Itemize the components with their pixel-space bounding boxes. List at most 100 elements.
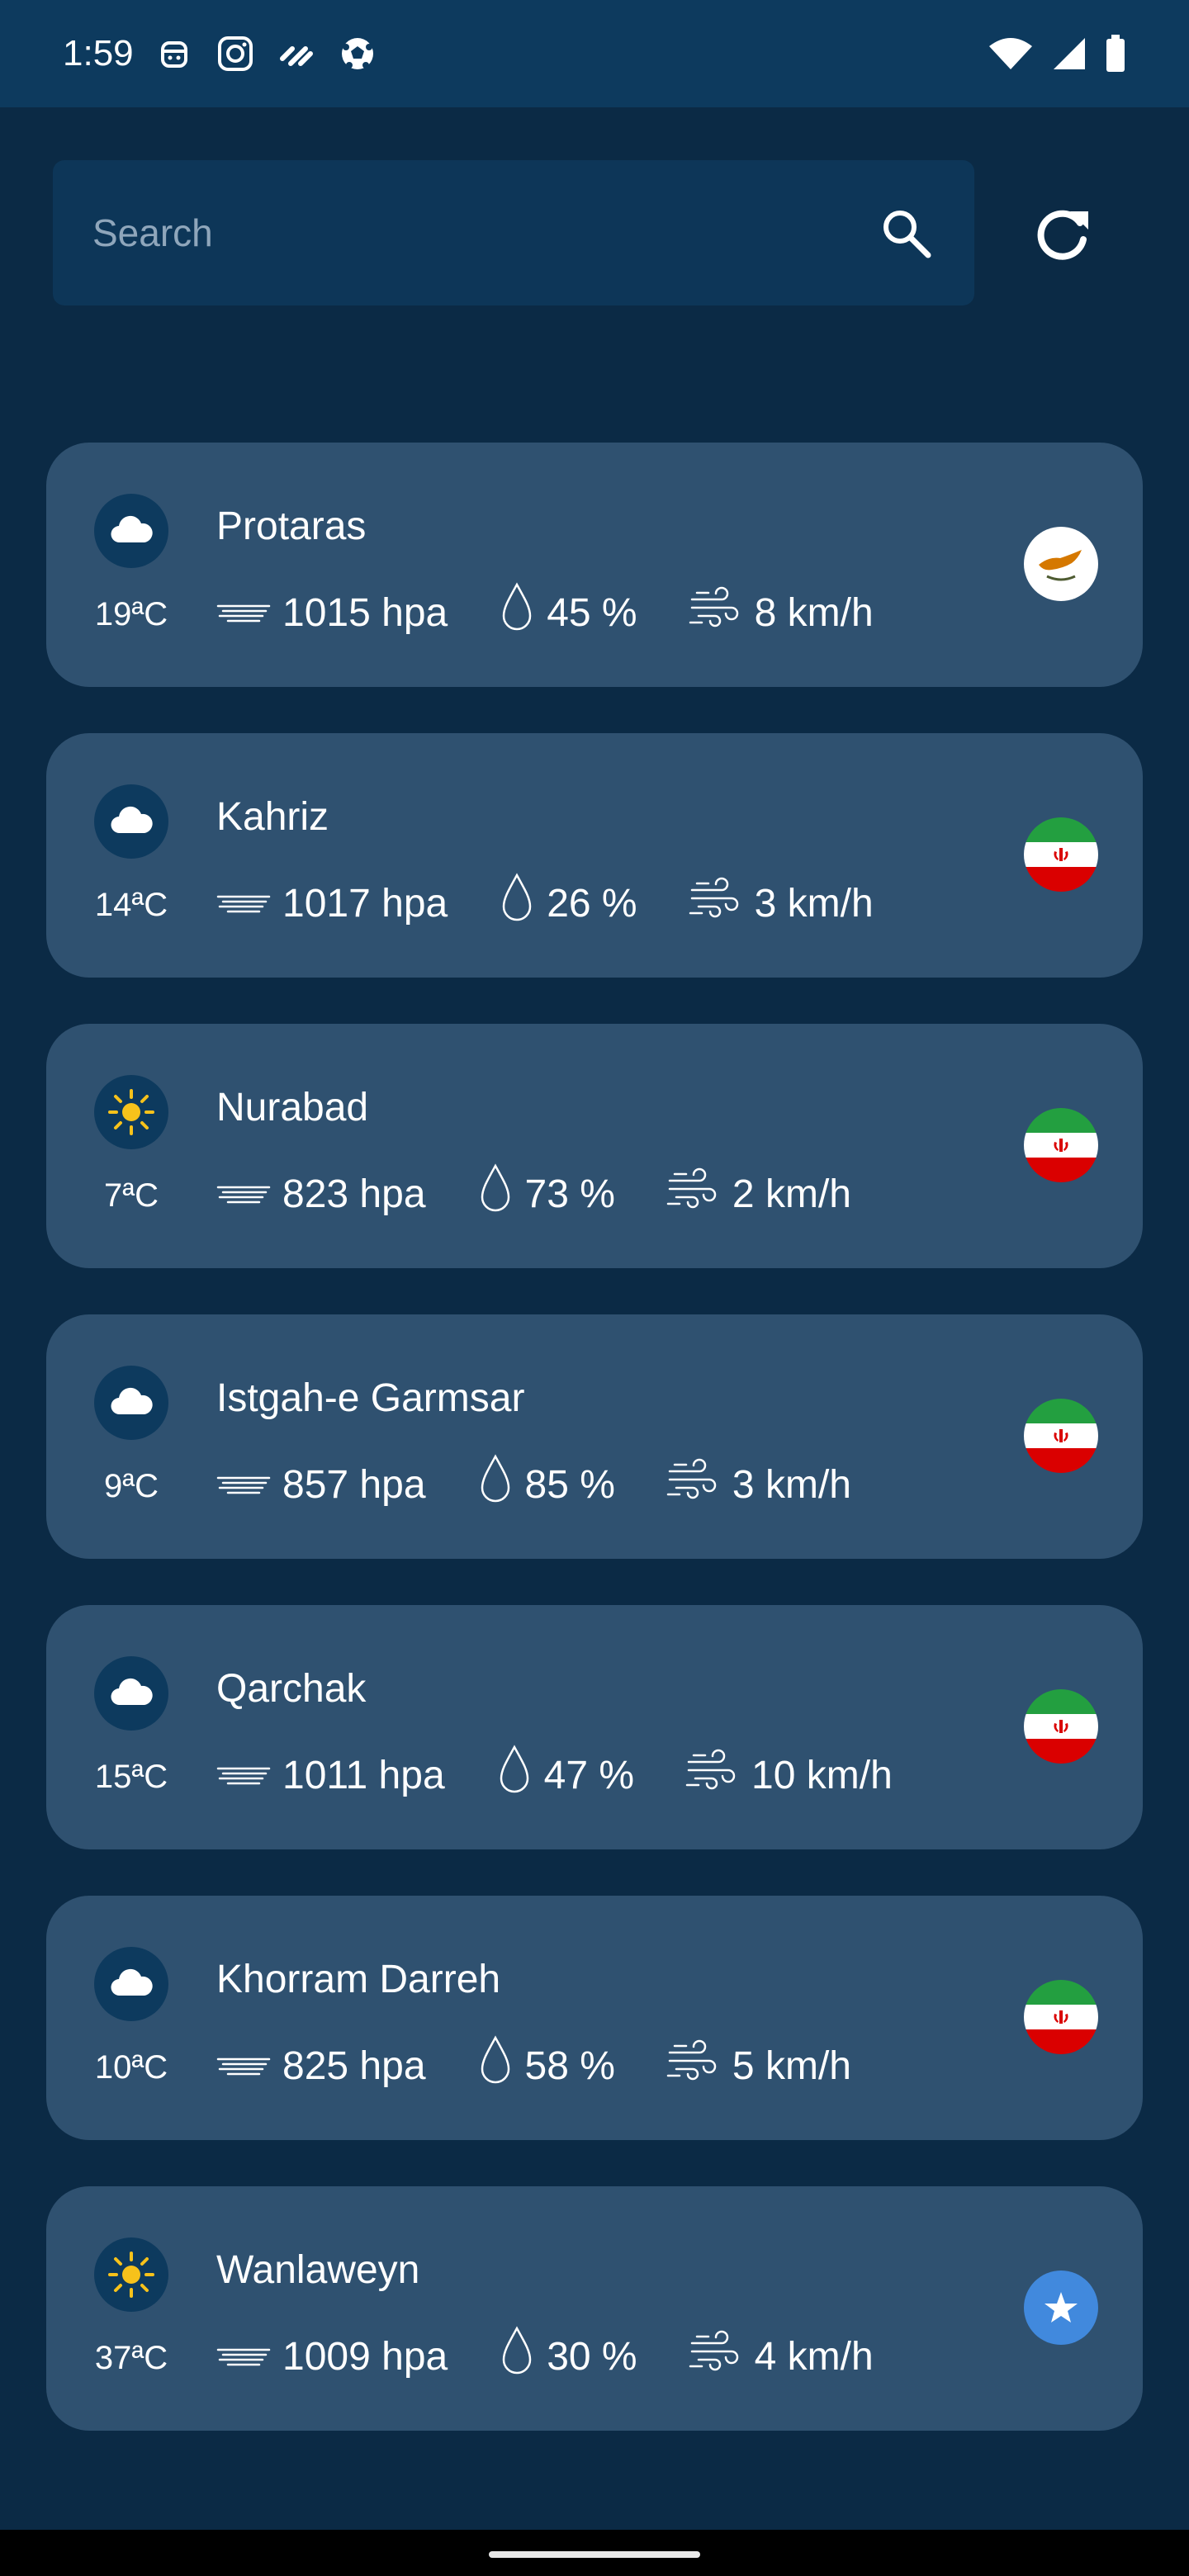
iran-flag-icon — [1024, 1399, 1098, 1473]
wind-stat: 8 km/h — [689, 586, 874, 639]
iran-flag-icon — [1024, 1689, 1098, 1764]
city-card[interactable]: 9ªC Istgah-e Garmsar 857 hpa 85 % 3 km/h — [46, 1314, 1143, 1559]
humidity-value: 26 % — [547, 881, 637, 926]
humidity-icon — [477, 2034, 525, 2097]
city-name: Qarchak — [216, 1667, 367, 1711]
wind-icon — [666, 2039, 732, 2092]
pressure-value: 1015 hpa — [282, 590, 448, 635]
home-indicator[interactable] — [489, 2551, 700, 2558]
city-card[interactable]: 7ªC Nurabad 823 hpa 73 % 2 km/h — [46, 1024, 1143, 1268]
humidity-stat: 73 % — [477, 1163, 615, 1225]
cloud-icon — [94, 784, 168, 859]
humidity-icon — [499, 581, 547, 644]
pressure-value: 1009 hpa — [282, 2334, 448, 2379]
soccer-ball-icon — [339, 35, 377, 73]
wind-icon — [689, 877, 755, 930]
sun-icon — [94, 2237, 168, 2312]
city-card[interactable]: 19ªC Protaras 1015 hpa 45 % 8 km/h — [46, 443, 1143, 687]
status-bar: 1:59 — [0, 0, 1189, 107]
sun-icon — [94, 1075, 168, 1149]
search-input[interactable] — [92, 211, 877, 255]
status-time: 1:59 — [63, 33, 134, 73]
cloud-icon — [94, 1366, 168, 1440]
cloud-icon — [94, 1656, 168, 1731]
city-card[interactable]: 10ªC Khorram Darreh 825 hpa 58 % 5 km/h — [46, 1896, 1143, 2140]
pressure-stat: 1017 hpa — [216, 881, 448, 926]
weather-stats: 857 hpa 85 % 3 km/h — [216, 1453, 902, 1516]
cloud-icon — [94, 494, 168, 568]
humidity-icon — [499, 2325, 547, 2388]
weather-stats: 1017 hpa 26 % 3 km/h — [216, 873, 925, 931]
wind-stat: 2 km/h — [666, 1167, 851, 1220]
pressure-icon — [216, 2043, 282, 2089]
system-icons — [988, 34, 1126, 73]
pressure-value: 1017 hpa — [282, 881, 448, 926]
humidity-value: 30 % — [547, 2334, 637, 2379]
wind-value: 2 km/h — [732, 1172, 851, 1216]
pressure-value: 1011 hpa — [282, 1753, 445, 1797]
instagram-icon — [216, 35, 254, 73]
humidity-icon — [499, 872, 547, 935]
city-card[interactable]: 15ªC Qarchak 1011 hpa 47 % 10 km/h — [46, 1605, 1143, 1849]
wind-stat: 3 km/h — [666, 1458, 851, 1511]
humidity-value: 58 % — [524, 2043, 615, 2088]
city-name: Protaras — [216, 504, 367, 548]
weather-stats: 1011 hpa 47 % 10 km/h — [216, 1745, 944, 1803]
notification-icons — [155, 35, 377, 73]
humidity-icon — [496, 1744, 544, 1807]
pressure-icon — [216, 1462, 282, 1508]
temperature: 7ªC — [104, 1177, 159, 1214]
pressure-value: 857 hpa — [282, 1462, 426, 1507]
wind-icon — [685, 1749, 751, 1802]
cyprus-flag-icon — [1024, 527, 1098, 601]
city-list: 19ªC Protaras 1015 hpa 45 % 8 km/h 14ªC Kahriz… — [46, 443, 1143, 2477]
pressure-stat: 1011 hpa — [216, 1753, 445, 1798]
city-name: Wanlaweyn — [216, 2248, 420, 2292]
temperature: 9ªC — [104, 1468, 159, 1504]
iran-flag-icon — [1024, 817, 1098, 892]
weather-stats: 1015 hpa 45 % 8 km/h — [216, 582, 925, 641]
wifi-icon — [988, 34, 1034, 73]
pressure-icon — [216, 2334, 282, 2379]
signal-icon — [1052, 34, 1087, 73]
somalia-flag-icon — [1024, 2271, 1098, 2345]
iran-flag-icon — [1024, 1108, 1098, 1182]
wind-value: 4 km/h — [754, 2334, 874, 2379]
humidity-stat: 26 % — [499, 872, 637, 935]
city-card[interactable]: 14ªC Kahriz 1017 hpa 26 % 3 km/h — [46, 733, 1143, 978]
search-box[interactable] — [53, 160, 974, 305]
pressure-stat: 1009 hpa — [216, 2334, 448, 2379]
refresh-icon[interactable] — [1030, 198, 1095, 268]
city-name: Nurabad — [216, 1086, 369, 1129]
wind-value: 10 km/h — [751, 1753, 893, 1797]
humidity-stat: 47 % — [496, 1744, 634, 1807]
pressure-stat: 1015 hpa — [216, 590, 448, 636]
weather-stats: 825 hpa 58 % 5 km/h — [216, 2035, 902, 2094]
wind-stat: 10 km/h — [685, 1749, 893, 1802]
city-name: Kahriz — [216, 795, 329, 839]
wind-stat: 5 km/h — [666, 2039, 851, 2092]
cloud-icon — [94, 1947, 168, 2021]
humidity-value: 45 % — [547, 590, 637, 635]
temperature: 19ªC — [94, 596, 168, 632]
tidal-icon — [277, 35, 315, 73]
humidity-stat: 58 % — [477, 2034, 615, 2097]
weather-stats: 823 hpa 73 % 2 km/h — [216, 1163, 902, 1225]
humidity-value: 85 % — [524, 1462, 615, 1507]
city-card[interactable]: 37ªC Wanlaweyn 1009 hpa 30 % 4 km/h — [46, 2186, 1143, 2431]
temperature: 14ªC — [94, 887, 168, 923]
wind-icon — [666, 1167, 732, 1220]
humidity-stat: 45 % — [499, 581, 637, 644]
pressure-icon — [216, 881, 282, 926]
pressure-stat: 857 hpa — [216, 1462, 426, 1508]
weather-stats: 1009 hpa 30 % 4 km/h — [216, 2326, 925, 2384]
humidity-icon — [477, 1453, 525, 1516]
pressure-icon — [216, 1753, 282, 1798]
app-icon — [155, 35, 193, 73]
pressure-stat: 823 hpa — [216, 1172, 426, 1217]
wind-icon — [666, 1458, 732, 1511]
search-icon[interactable] — [877, 204, 935, 262]
humidity-value: 47 % — [543, 1753, 635, 1797]
wind-value: 5 km/h — [732, 2043, 851, 2088]
city-name: Khorram Darreh — [216, 1958, 501, 2001]
